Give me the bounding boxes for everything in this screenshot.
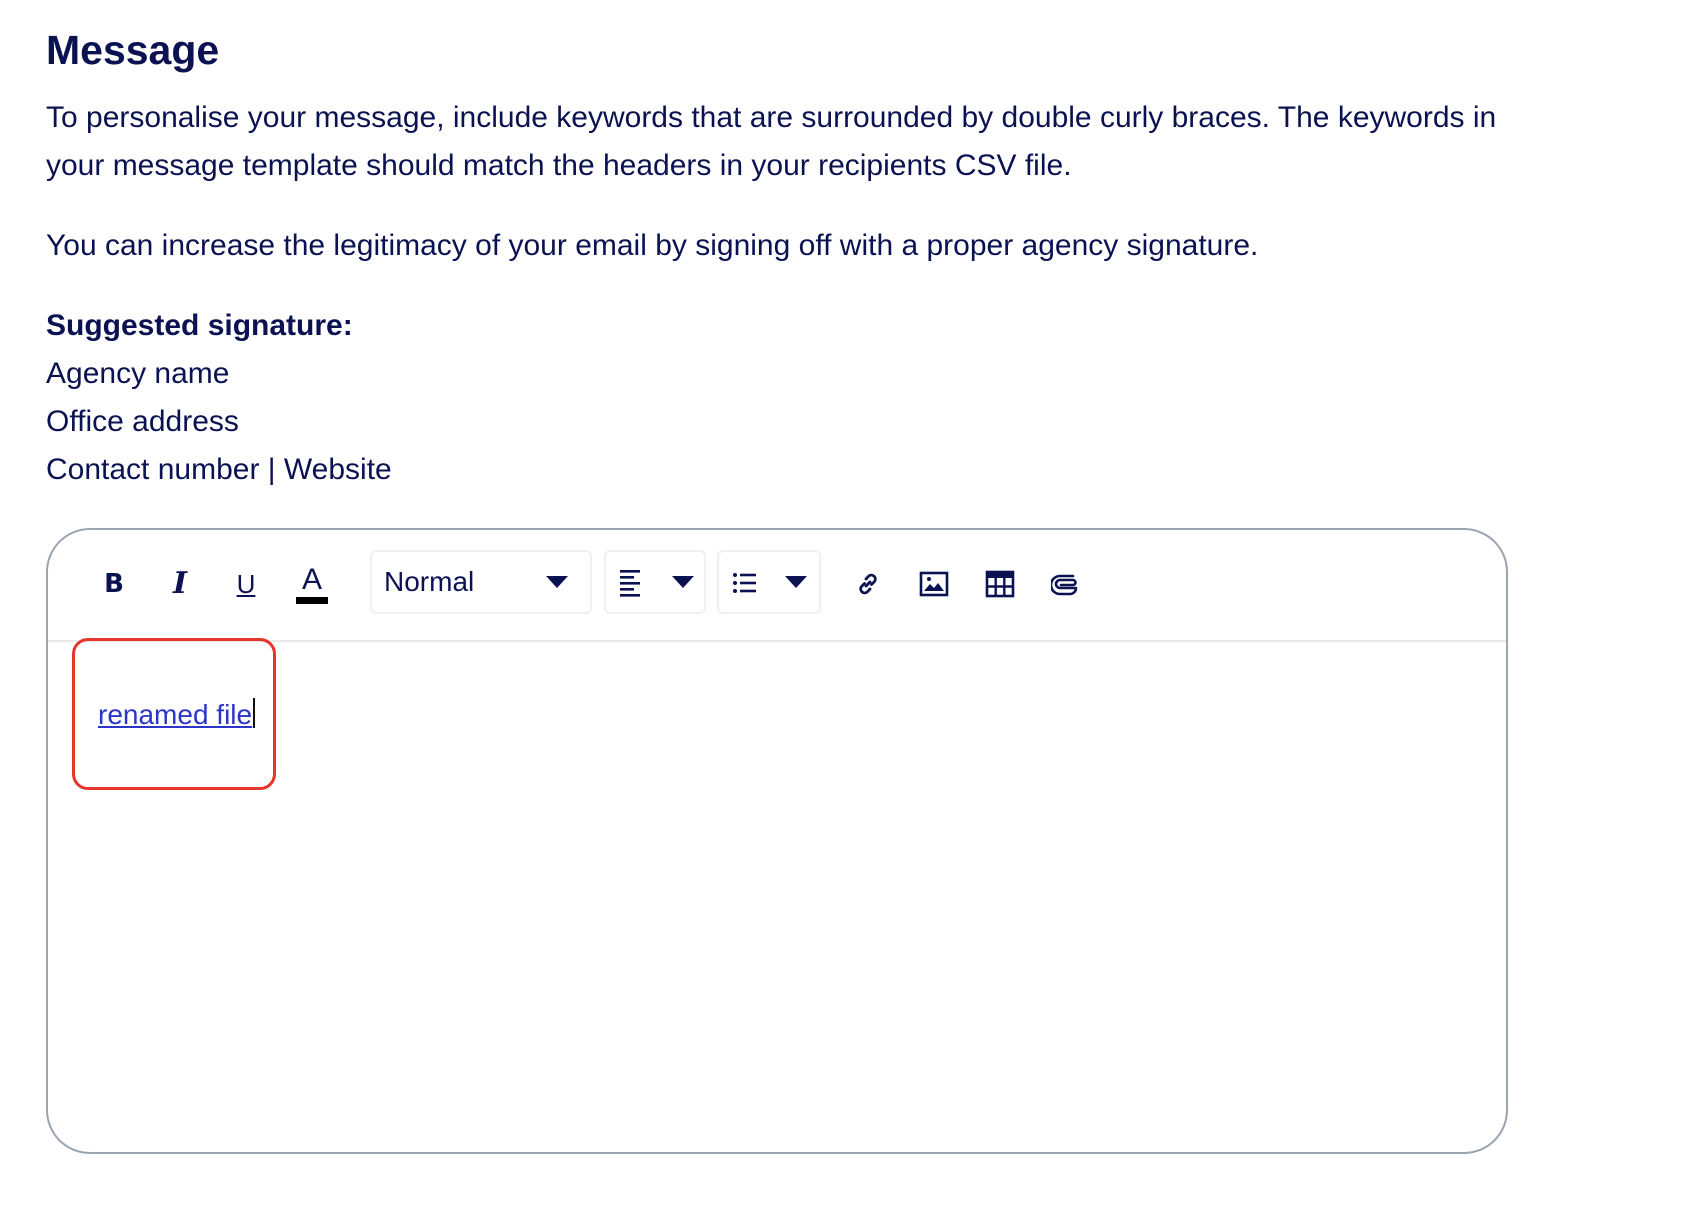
- bold-icon: B: [104, 569, 124, 599]
- link-label: renamed file: [98, 699, 253, 730]
- list-select[interactable]: [717, 550, 821, 614]
- link-button[interactable]: [842, 558, 894, 610]
- intro-text: To personalise your message, include key…: [46, 101, 1497, 182]
- attachment-button[interactable]: [1040, 558, 1092, 610]
- text-color-button[interactable]: A: [286, 558, 338, 610]
- link-icon: [854, 570, 882, 598]
- table-icon: [985, 570, 1015, 598]
- text-color-letter: A: [301, 562, 322, 596]
- italic-button[interactable]: I: [154, 558, 206, 610]
- format-select-value: Normal: [384, 566, 475, 597]
- attachment-icon: [1051, 572, 1081, 596]
- signature-line-address: Office address: [46, 405, 239, 438]
- image-icon: [919, 571, 949, 597]
- align-left-icon: [618, 566, 644, 605]
- chevron-down-icon: [546, 576, 568, 588]
- signature-line-contact: Contact number | Website: [46, 453, 392, 486]
- chevron-down-icon: [672, 576, 694, 588]
- bold-button[interactable]: B: [88, 558, 140, 610]
- text-cursor: [253, 698, 256, 728]
- signature-heading: Suggested signature:: [46, 309, 353, 342]
- page-title: Message: [46, 27, 220, 73]
- text-color-swatch: [296, 596, 328, 604]
- chevron-down-icon: [785, 576, 807, 588]
- rich-text-editor: B I U A Normal renamed file: [46, 528, 1508, 1154]
- signature-line-agency: Agency name: [46, 357, 230, 390]
- editor-content[interactable]: renamed file: [48, 642, 1506, 1152]
- editor-toolbar: B I U A Normal: [48, 530, 1506, 642]
- bullet-list-icon: [731, 566, 759, 605]
- underline-button[interactable]: U: [220, 558, 272, 610]
- image-button[interactable]: [908, 558, 960, 610]
- legitimacy-text: You can increase the legitimacy of your …: [46, 229, 1259, 262]
- text-color-icon: A: [296, 562, 328, 604]
- format-select[interactable]: Normal: [370, 550, 592, 614]
- suggested-signature: Suggested signature: Agency name Office …: [46, 302, 392, 494]
- italic-icon: I: [172, 566, 188, 601]
- underline-icon: U: [236, 569, 256, 599]
- renamed-file-link[interactable]: renamed file: [98, 698, 256, 732]
- align-select[interactable]: [604, 550, 706, 614]
- table-button[interactable]: [974, 558, 1026, 610]
